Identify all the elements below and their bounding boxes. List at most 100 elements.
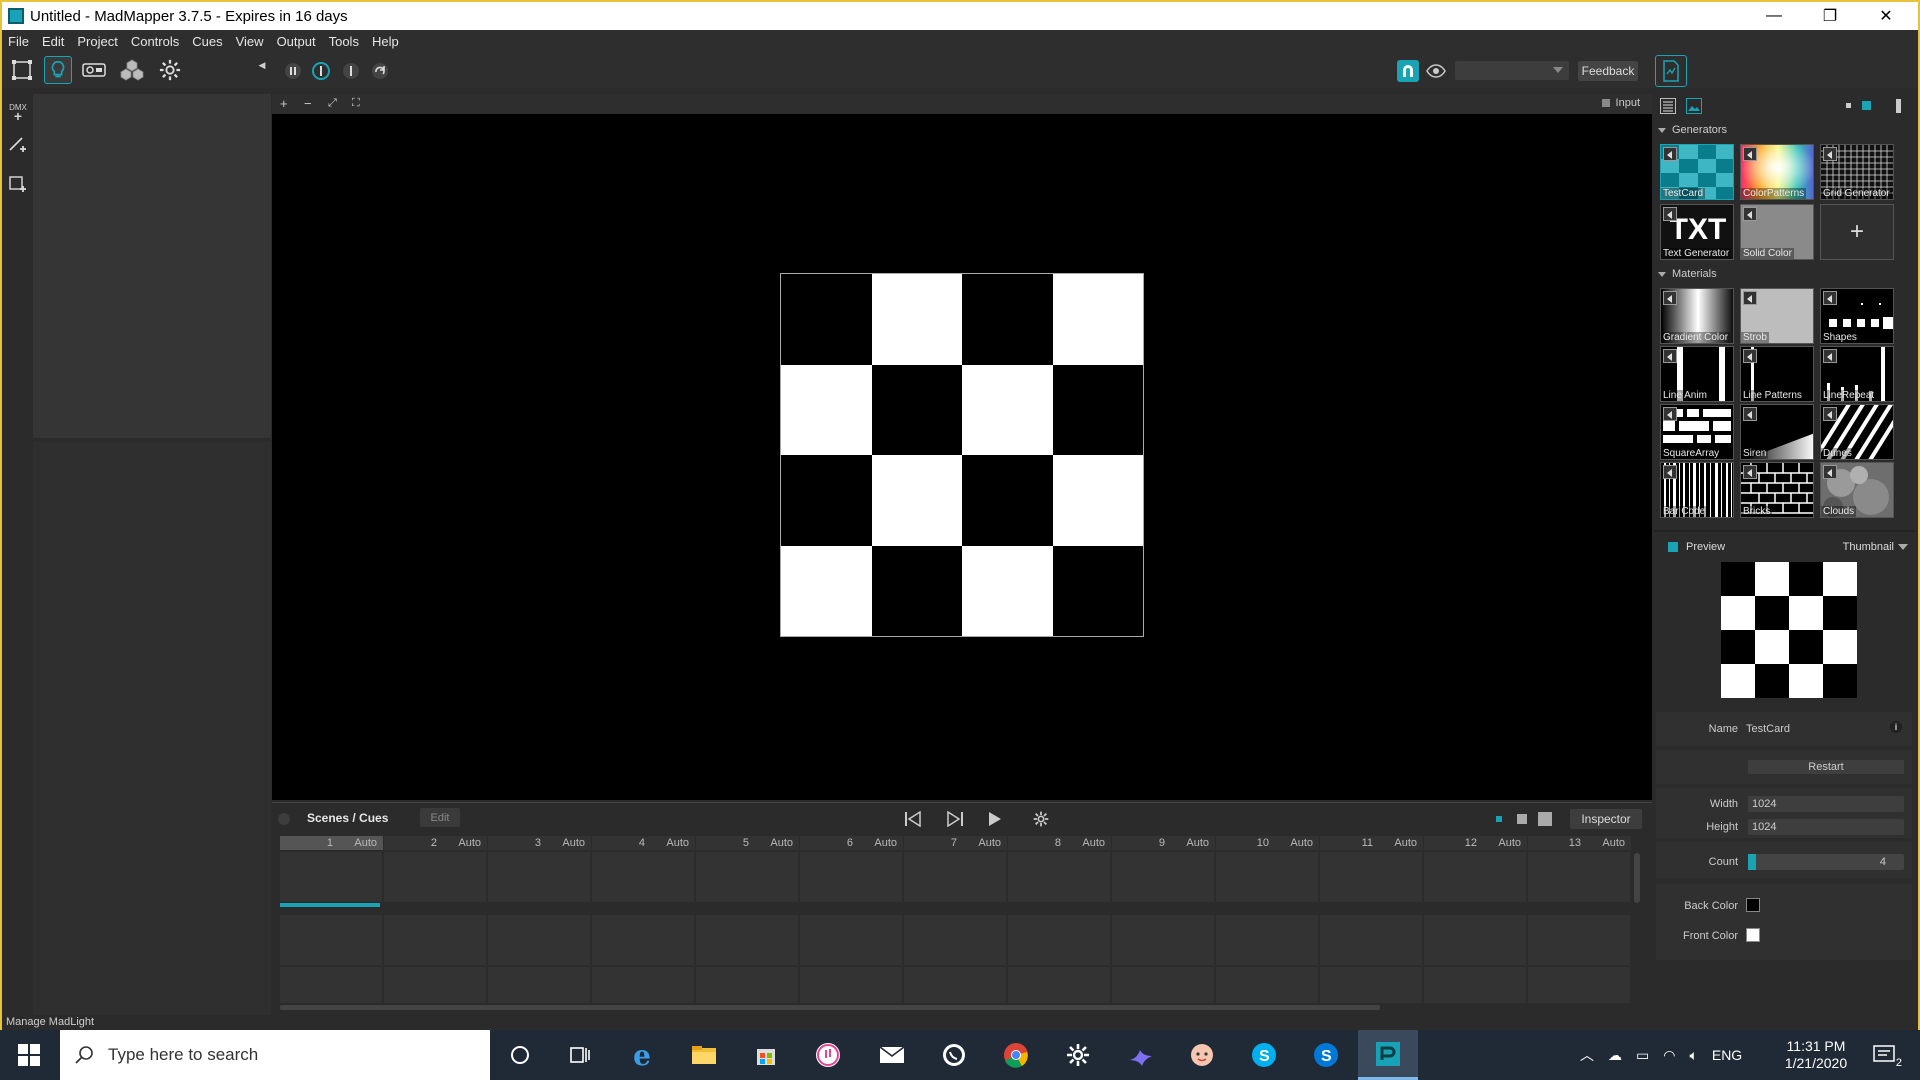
cue-slot[interactable]	[1112, 915, 1216, 965]
cue-column-header[interactable]: 11 Auto	[1320, 836, 1424, 850]
bird-app-icon[interactable]	[1124, 1039, 1156, 1071]
menu-project[interactable]: Project	[77, 34, 117, 49]
play-preview-icon[interactable]	[1823, 465, 1837, 479]
list-view-tab[interactable]	[1660, 98, 1676, 114]
task-view-icon[interactable]	[564, 1039, 596, 1071]
blackout-button[interactable]	[310, 60, 332, 82]
back-color-swatch[interactable]	[1746, 898, 1760, 912]
cue-slot[interactable]	[280, 852, 384, 902]
surface-mode-button[interactable]	[8, 56, 36, 84]
play-preview-icon[interactable]	[1663, 407, 1677, 421]
material-strob[interactable]: Strob	[1740, 288, 1814, 344]
close-button[interactable]: ✕	[1858, 2, 1914, 30]
testcard-checkerboard[interactable]	[780, 273, 1144, 637]
cue-slot[interactable]	[696, 967, 800, 1003]
zoom-out-button[interactable]: −	[304, 96, 312, 111]
cue-slot[interactable]	[1008, 967, 1112, 1003]
material-clouds[interactable]: Clouds	[1820, 462, 1894, 518]
preview-checkbox[interactable]	[1668, 542, 1678, 552]
project-file-button[interactable]	[1655, 55, 1687, 87]
material-line-patterns[interactable]: Line Patterns	[1740, 346, 1814, 402]
small-grid-size-button[interactable]	[1846, 103, 1851, 108]
cue-slot[interactable]	[1528, 852, 1632, 902]
cue-column-header[interactable]: 5 Auto	[696, 836, 800, 850]
cue-slot[interactable]	[1320, 967, 1424, 1003]
material-square-array[interactable]: SquareArray	[1660, 404, 1734, 460]
medium-grid-size-button[interactable]	[1862, 101, 1871, 110]
cue-column-header[interactable]: 10 Auto	[1216, 836, 1320, 850]
taskbar-search-box[interactable]: Type here to search	[60, 1030, 490, 1080]
cortana-icon[interactable]	[504, 1039, 536, 1071]
add-line-button[interactable]	[6, 132, 30, 156]
play-preview-icon[interactable]	[1743, 291, 1757, 305]
material-bar-code[interactable]: Bar Code	[1660, 462, 1734, 518]
play-preview-icon[interactable]	[1743, 349, 1757, 363]
snap-button[interactable]	[1397, 60, 1419, 82]
cue-column-header[interactable]: 4 Auto	[592, 836, 696, 850]
next-cue-button[interactable]	[944, 808, 966, 830]
language-indicator[interactable]: ENG	[1712, 1047, 1742, 1063]
menu-file[interactable]: File	[8, 34, 29, 49]
play-preview-icon[interactable]	[1663, 147, 1677, 161]
menu-view[interactable]: View	[236, 34, 264, 49]
volume-icon[interactable]: 🔈︎	[1689, 1047, 1697, 1064]
fit-view-button[interactable]: ⤢	[328, 97, 337, 110]
cue-slot[interactable]	[280, 915, 384, 965]
zoom-in-button[interactable]: +	[280, 96, 288, 111]
cue-slot[interactable]	[1216, 852, 1320, 902]
menu-cues[interactable]: Cues	[192, 34, 222, 49]
settings-button[interactable]	[156, 56, 184, 84]
restore-button[interactable]: ❐	[1802, 2, 1858, 30]
cue-slot[interactable]	[1008, 915, 1112, 965]
cue-slot[interactable]	[904, 915, 1008, 965]
generator-text[interactable]: TXT Text Generator	[1660, 204, 1734, 260]
madmapper-taskbar-icon[interactable]	[1358, 1030, 1418, 1080]
cue-slot[interactable]	[1008, 852, 1112, 902]
cue-column-header[interactable]: 9 Auto	[1112, 836, 1216, 850]
cue-slot[interactable]	[488, 967, 592, 1003]
freeze-button[interactable]	[340, 60, 362, 82]
input-view-toggle[interactable]: Input	[1601, 97, 1640, 109]
cue-slot[interactable]	[384, 915, 488, 965]
cue-slot[interactable]	[592, 967, 696, 1003]
info-icon[interactable]: i	[1890, 721, 1902, 733]
menu-controls[interactable]: Controls	[131, 34, 179, 49]
cue-column-header[interactable]: 3 Auto	[488, 836, 592, 850]
edge-browser-icon[interactable]: e	[626, 1039, 658, 1072]
play-preview-icon[interactable]	[1743, 207, 1757, 221]
output-viewport[interactable]	[272, 114, 1652, 800]
cue-settings-button[interactable]	[1030, 808, 1052, 830]
previous-cue-button[interactable]	[902, 808, 924, 830]
generator-solid-color[interactable]: Solid Color	[1740, 204, 1814, 260]
play-preview-icon[interactable]	[1663, 465, 1677, 479]
menu-help[interactable]: Help	[372, 34, 399, 49]
count-slider[interactable]: 4	[1748, 854, 1904, 870]
play-preview-icon[interactable]	[1823, 407, 1837, 421]
menu-tools[interactable]: Tools	[329, 34, 359, 49]
front-color-swatch[interactable]	[1746, 928, 1760, 942]
cues-vertical-scrollbar[interactable]	[1634, 853, 1640, 903]
restart-button[interactable]: Restart	[1748, 760, 1904, 774]
face-app-icon[interactable]	[1186, 1039, 1218, 1071]
cue-slot[interactable]	[1528, 967, 1632, 1003]
material-dunes[interactable]: Dunes	[1820, 404, 1894, 460]
output-dropdown[interactable]	[1455, 61, 1569, 80]
generator-testcard[interactable]: TestCard	[1660, 144, 1734, 200]
play-preview-icon[interactable]	[1823, 147, 1837, 161]
feedback-button[interactable]: Feedback	[1578, 61, 1638, 81]
skype-icon[interactable]: S	[1248, 1039, 1280, 1071]
chrome-icon[interactable]	[1000, 1039, 1032, 1071]
cue-column-header[interactable]: 2 Auto	[384, 836, 488, 850]
cue-slot[interactable]	[1216, 915, 1320, 965]
generator-colorpatterns[interactable]: ColorPatterns	[1740, 144, 1814, 200]
notifications-icon[interactable]: 2	[1868, 1039, 1902, 1071]
cues-horizontal-scrollbar[interactable]	[280, 1005, 1380, 1010]
media-tab[interactable]	[1686, 98, 1702, 114]
material-line-anim[interactable]: Line Anim	[1660, 346, 1734, 402]
play-preview-icon[interactable]	[1663, 291, 1677, 305]
settings-app-icon[interactable]	[1062, 1039, 1094, 1071]
materials-section-header[interactable]: Materials	[1658, 268, 1717, 280]
library-scroll-handle[interactable]	[1896, 99, 1901, 113]
3d-objects-button[interactable]	[118, 56, 146, 84]
cue-slot[interactable]	[488, 915, 592, 965]
